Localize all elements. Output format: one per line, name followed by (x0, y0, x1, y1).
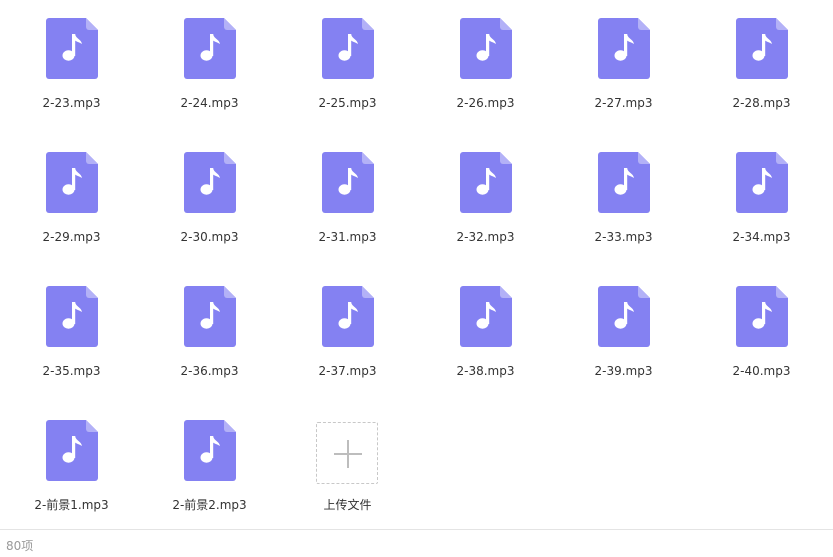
music-note-icon (322, 152, 374, 213)
file-item[interactable]: 2-26.mp3 (424, 0, 562, 134)
music-note-icon (598, 18, 650, 79)
file-item[interactable]: 2-30.mp3 (148, 134, 286, 268)
music-note-icon (460, 152, 512, 213)
file-item[interactable]: 2-39.mp3 (562, 268, 700, 402)
file-name: 2-32.mp3 (456, 230, 515, 244)
music-note-icon (322, 18, 374, 79)
music-note-icon (736, 18, 788, 79)
file-name: 2-29.mp3 (42, 230, 101, 244)
file-name: 2-25.mp3 (318, 96, 377, 110)
music-note-icon (598, 152, 650, 213)
file-item[interactable]: 2-31.mp3 (286, 134, 424, 268)
file-name: 2-前景2.mp3 (172, 498, 247, 512)
item-count: 80项 (6, 539, 34, 553)
file-name: 2-40.mp3 (732, 364, 791, 378)
music-note-icon (460, 286, 512, 347)
file-name: 2-30.mp3 (180, 230, 239, 244)
file-grid: 2-23.mp3 2-24.mp3 2-25.mp3 2-26.mp3 2-27.mp3… (10, 0, 833, 528)
file-name: 2-31.mp3 (318, 230, 377, 244)
file-item[interactable]: 2-33.mp3 (562, 134, 700, 268)
file-item[interactable]: 2-35.mp3 (10, 268, 148, 402)
file-item[interactable]: 2-34.mp3 (700, 134, 833, 268)
music-note-icon (460, 18, 512, 79)
file-name: 2-24.mp3 (180, 96, 239, 110)
file-name: 2-39.mp3 (594, 364, 653, 378)
file-item[interactable]: 2-40.mp3 (700, 268, 833, 402)
file-name: 2-28.mp3 (732, 96, 791, 110)
upload-box[interactable] (316, 422, 378, 484)
music-note-icon (184, 420, 236, 481)
music-note-icon (322, 286, 374, 347)
music-note-icon (46, 18, 98, 79)
file-item[interactable]: 2-24.mp3 (148, 0, 286, 134)
file-item[interactable]: 2-28.mp3 (700, 0, 833, 134)
file-name: 2-38.mp3 (456, 364, 515, 378)
file-item[interactable]: 2-27.mp3 (562, 0, 700, 134)
file-name: 2-37.mp3 (318, 364, 377, 378)
file-item[interactable]: 2-前景2.mp3 (148, 402, 286, 536)
file-item[interactable]: 2-36.mp3 (148, 268, 286, 402)
upload-label: 上传文件 (323, 498, 372, 512)
music-note-icon (736, 152, 788, 213)
file-name: 2-26.mp3 (456, 96, 515, 110)
file-name: 2-36.mp3 (180, 364, 239, 378)
file-name: 2-23.mp3 (42, 96, 101, 110)
file-name: 2-33.mp3 (594, 230, 653, 244)
music-note-icon (184, 152, 236, 213)
file-name: 2-35.mp3 (42, 364, 101, 378)
file-item[interactable]: 2-37.mp3 (286, 268, 424, 402)
file-name: 2-27.mp3 (594, 96, 653, 110)
music-note-icon (184, 18, 236, 79)
file-item[interactable]: 2-32.mp3 (424, 134, 562, 268)
music-note-icon (736, 286, 788, 347)
music-note-icon (46, 152, 98, 213)
status-bar: 80项 (0, 529, 833, 557)
file-item[interactable]: 2-38.mp3 (424, 268, 562, 402)
music-note-icon (46, 420, 98, 481)
file-item[interactable]: 2-23.mp3 (10, 0, 148, 134)
music-note-icon (46, 286, 98, 347)
plus-icon (334, 440, 362, 468)
file-item[interactable]: 2-29.mp3 (10, 134, 148, 268)
music-note-icon (598, 286, 650, 347)
file-item[interactable]: 2-前景1.mp3 (10, 402, 148, 536)
music-note-icon (184, 286, 236, 347)
file-name: 2-34.mp3 (732, 230, 791, 244)
upload-file-button[interactable]: 上传文件 (286, 402, 424, 536)
file-name: 2-前景1.mp3 (34, 498, 109, 512)
file-item[interactable]: 2-25.mp3 (286, 0, 424, 134)
